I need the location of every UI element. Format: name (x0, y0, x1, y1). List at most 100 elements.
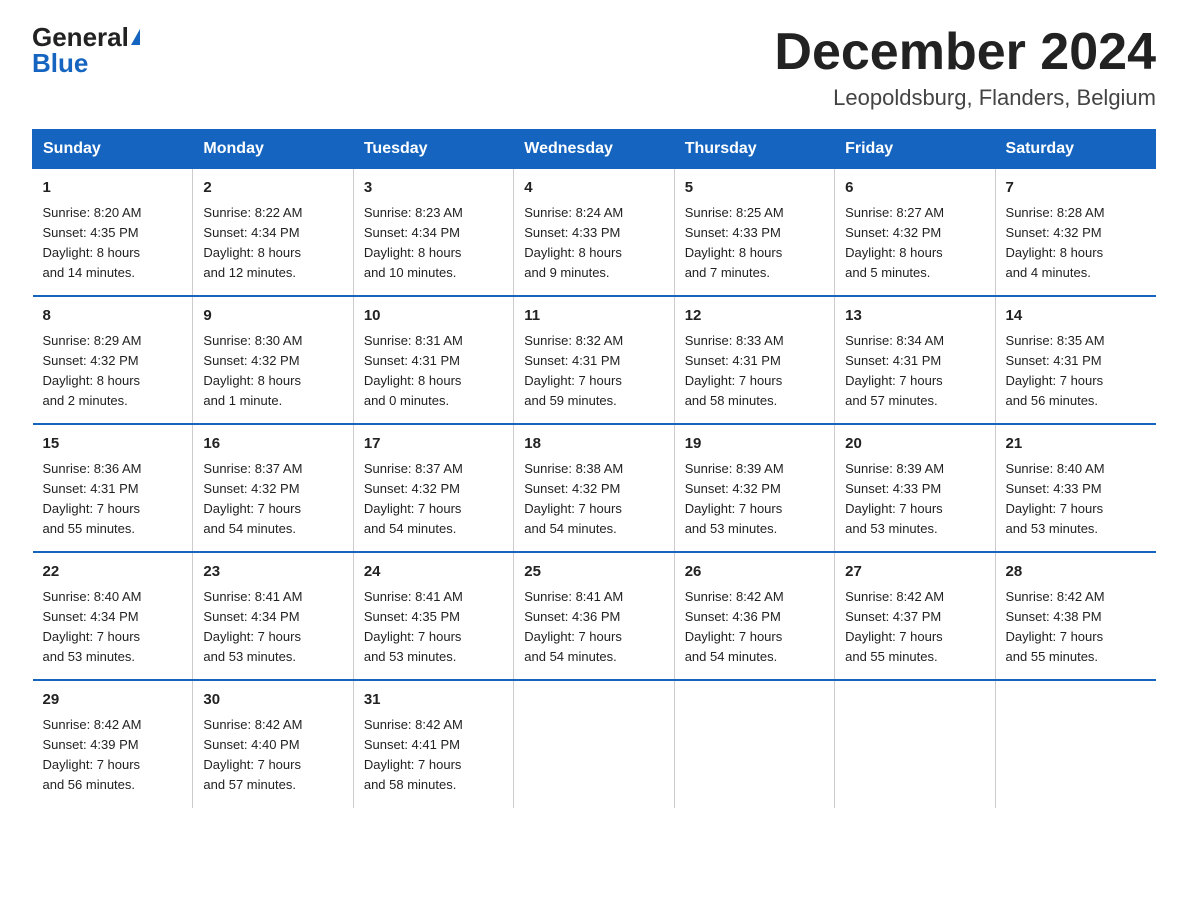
calendar-day-cell: 12 Sunrise: 8:33 AM Sunset: 4:31 PM Dayli… (674, 296, 834, 424)
day-number: 10 (364, 305, 503, 328)
calendar-day-cell: 15 Sunrise: 8:36 AM Sunset: 4:31 PM Dayli… (33, 424, 193, 552)
calendar-week-row: 29 Sunrise: 8:42 AM Sunset: 4:39 PM Dayli… (33, 680, 1156, 807)
day-info: Sunrise: 8:39 AM Sunset: 4:33 PM Dayligh… (845, 459, 984, 540)
calendar-day-cell: 26Sunrise: 8:42 AM Sunset: 4:36 PM Dayli… (674, 552, 834, 680)
calendar-day-cell: 23 Sunrise: 8:41 AM Sunset: 4:34 PM Dayli… (193, 552, 353, 680)
calendar-day-cell: 21 Sunrise: 8:40 AM Sunset: 4:33 PM Dayli… (995, 424, 1155, 552)
day-number: 9 (203, 305, 342, 328)
day-number: 21 (1006, 433, 1146, 456)
day-info: Sunrise: 8:27 AM Sunset: 4:32 PM Dayligh… (845, 203, 984, 284)
day-number: 25 (524, 561, 663, 584)
day-number: 24 (364, 561, 503, 584)
day-info: Sunrise: 8:37 AM Sunset: 4:32 PM Dayligh… (203, 459, 342, 540)
calendar-day-cell (995, 680, 1155, 807)
day-info: Sunrise: 8:41 AM Sunset: 4:35 PM Dayligh… (364, 587, 503, 668)
day-number: 15 (43, 433, 183, 456)
day-info: Sunrise: 8:35 AM Sunset: 4:31 PM Dayligh… (1006, 331, 1146, 412)
logo-triangle-icon (131, 29, 140, 45)
day-info: Sunrise: 8:37 AM Sunset: 4:32 PM Dayligh… (364, 459, 503, 540)
header-thursday: Thursday (674, 130, 834, 169)
calendar-day-cell: 7 Sunrise: 8:28 AM Sunset: 4:32 PM Daylig… (995, 169, 1155, 297)
calendar-day-cell: 30 Sunrise: 8:42 AM Sunset: 4:40 PM Dayli… (193, 680, 353, 807)
calendar-day-cell: 31 Sunrise: 8:42 AM Sunset: 4:41 PM Dayli… (353, 680, 513, 807)
day-number: 12 (685, 305, 824, 328)
day-info: Sunrise: 8:36 AM Sunset: 4:31 PM Dayligh… (43, 459, 183, 540)
calendar-week-row: 15 Sunrise: 8:36 AM Sunset: 4:31 PM Dayli… (33, 424, 1156, 552)
calendar-day-cell: 18Sunrise: 8:38 AM Sunset: 4:32 PM Dayli… (514, 424, 674, 552)
page-header: General Blue December 2024 Leopoldsburg,… (32, 24, 1156, 111)
header-saturday: Saturday (995, 130, 1155, 169)
day-info: Sunrise: 8:39 AM Sunset: 4:32 PM Dayligh… (685, 459, 824, 540)
title-block: December 2024 Leopoldsburg, Flanders, Be… (774, 24, 1156, 111)
day-info: Sunrise: 8:42 AM Sunset: 4:37 PM Dayligh… (845, 587, 984, 668)
calendar-day-cell: 6Sunrise: 8:27 AM Sunset: 4:32 PM Daylig… (835, 169, 995, 297)
day-info: Sunrise: 8:28 AM Sunset: 4:32 PM Dayligh… (1006, 203, 1146, 284)
calendar-subtitle: Leopoldsburg, Flanders, Belgium (774, 85, 1156, 111)
day-info: Sunrise: 8:33 AM Sunset: 4:31 PM Dayligh… (685, 331, 824, 412)
calendar-day-cell (514, 680, 674, 807)
calendar-day-cell: 13 Sunrise: 8:34 AM Sunset: 4:31 PM Dayli… (835, 296, 995, 424)
day-info: Sunrise: 8:40 AM Sunset: 4:33 PM Dayligh… (1006, 459, 1146, 540)
day-number: 5 (685, 177, 824, 200)
day-info: Sunrise: 8:41 AM Sunset: 4:36 PM Dayligh… (524, 587, 663, 668)
calendar-day-cell: 25 Sunrise: 8:41 AM Sunset: 4:36 PM Dayli… (514, 552, 674, 680)
calendar-header-row: Sunday Monday Tuesday Wednesday Thursday… (33, 130, 1156, 169)
day-info: Sunrise: 8:31 AM Sunset: 4:31 PM Dayligh… (364, 331, 503, 412)
calendar-day-cell: 14 Sunrise: 8:35 AM Sunset: 4:31 PM Dayli… (995, 296, 1155, 424)
day-info: Sunrise: 8:25 AM Sunset: 4:33 PM Dayligh… (685, 203, 824, 284)
day-number: 31 (364, 689, 503, 712)
day-number: 30 (203, 689, 342, 712)
day-info: Sunrise: 8:42 AM Sunset: 4:40 PM Dayligh… (203, 715, 342, 796)
day-info: Sunrise: 8:32 AM Sunset: 4:31 PM Dayligh… (524, 331, 663, 412)
calendar-day-cell: 2 Sunrise: 8:22 AM Sunset: 4:34 PM Daylig… (193, 169, 353, 297)
calendar-week-row: 8Sunrise: 8:29 AM Sunset: 4:32 PM Daylig… (33, 296, 1156, 424)
calendar-day-cell: 22 Sunrise: 8:40 AM Sunset: 4:34 PM Dayli… (33, 552, 193, 680)
calendar-day-cell: 5 Sunrise: 8:25 AM Sunset: 4:33 PM Daylig… (674, 169, 834, 297)
day-number: 27 (845, 561, 984, 584)
calendar-day-cell: 1 Sunrise: 8:20 AM Sunset: 4:35 PM Daylig… (33, 169, 193, 297)
day-info: Sunrise: 8:22 AM Sunset: 4:34 PM Dayligh… (203, 203, 342, 284)
day-number: 14 (1006, 305, 1146, 328)
day-number: 7 (1006, 177, 1146, 200)
header-friday: Friday (835, 130, 995, 169)
day-info: Sunrise: 8:38 AM Sunset: 4:32 PM Dayligh… (524, 459, 663, 540)
calendar-table: Sunday Monday Tuesday Wednesday Thursday… (32, 129, 1156, 807)
day-info: Sunrise: 8:30 AM Sunset: 4:32 PM Dayligh… (203, 331, 342, 412)
day-number: 2 (203, 177, 342, 200)
day-info: Sunrise: 8:34 AM Sunset: 4:31 PM Dayligh… (845, 331, 984, 412)
header-sunday: Sunday (33, 130, 193, 169)
day-info: Sunrise: 8:42 AM Sunset: 4:39 PM Dayligh… (43, 715, 183, 796)
logo-blue: Blue (32, 50, 88, 76)
calendar-day-cell: 10 Sunrise: 8:31 AM Sunset: 4:31 PM Dayli… (353, 296, 513, 424)
day-number: 28 (1006, 561, 1146, 584)
day-number: 29 (43, 689, 183, 712)
day-number: 1 (43, 177, 183, 200)
day-number: 16 (203, 433, 342, 456)
header-tuesday: Tuesday (353, 130, 513, 169)
day-number: 23 (203, 561, 342, 584)
header-monday: Monday (193, 130, 353, 169)
day-info: Sunrise: 8:23 AM Sunset: 4:34 PM Dayligh… (364, 203, 503, 284)
day-number: 8 (43, 305, 183, 328)
day-info: Sunrise: 8:20 AM Sunset: 4:35 PM Dayligh… (43, 203, 183, 284)
day-info: Sunrise: 8:40 AM Sunset: 4:34 PM Dayligh… (43, 587, 183, 668)
day-number: 13 (845, 305, 984, 328)
calendar-day-cell: 9 Sunrise: 8:30 AM Sunset: 4:32 PM Daylig… (193, 296, 353, 424)
day-info: Sunrise: 8:42 AM Sunset: 4:41 PM Dayligh… (364, 715, 503, 796)
calendar-day-cell: 11Sunrise: 8:32 AM Sunset: 4:31 PM Dayli… (514, 296, 674, 424)
calendar-day-cell: 16 Sunrise: 8:37 AM Sunset: 4:32 PM Dayli… (193, 424, 353, 552)
calendar-week-row: 1 Sunrise: 8:20 AM Sunset: 4:35 PM Daylig… (33, 169, 1156, 297)
day-info: Sunrise: 8:42 AM Sunset: 4:36 PM Dayligh… (685, 587, 824, 668)
calendar-day-cell: 3 Sunrise: 8:23 AM Sunset: 4:34 PM Daylig… (353, 169, 513, 297)
day-number: 22 (43, 561, 183, 584)
calendar-week-row: 22 Sunrise: 8:40 AM Sunset: 4:34 PM Dayli… (33, 552, 1156, 680)
calendar-day-cell: 24 Sunrise: 8:41 AM Sunset: 4:35 PM Dayli… (353, 552, 513, 680)
calendar-day-cell: 29 Sunrise: 8:42 AM Sunset: 4:39 PM Dayli… (33, 680, 193, 807)
day-info: Sunrise: 8:41 AM Sunset: 4:34 PM Dayligh… (203, 587, 342, 668)
calendar-day-cell: 27 Sunrise: 8:42 AM Sunset: 4:37 PM Dayli… (835, 552, 995, 680)
day-number: 3 (364, 177, 503, 200)
day-info: Sunrise: 8:42 AM Sunset: 4:38 PM Dayligh… (1006, 587, 1146, 668)
logo-general: General (32, 24, 129, 50)
calendar-day-cell: 4Sunrise: 8:24 AM Sunset: 4:33 PM Daylig… (514, 169, 674, 297)
day-number: 4 (524, 177, 663, 200)
